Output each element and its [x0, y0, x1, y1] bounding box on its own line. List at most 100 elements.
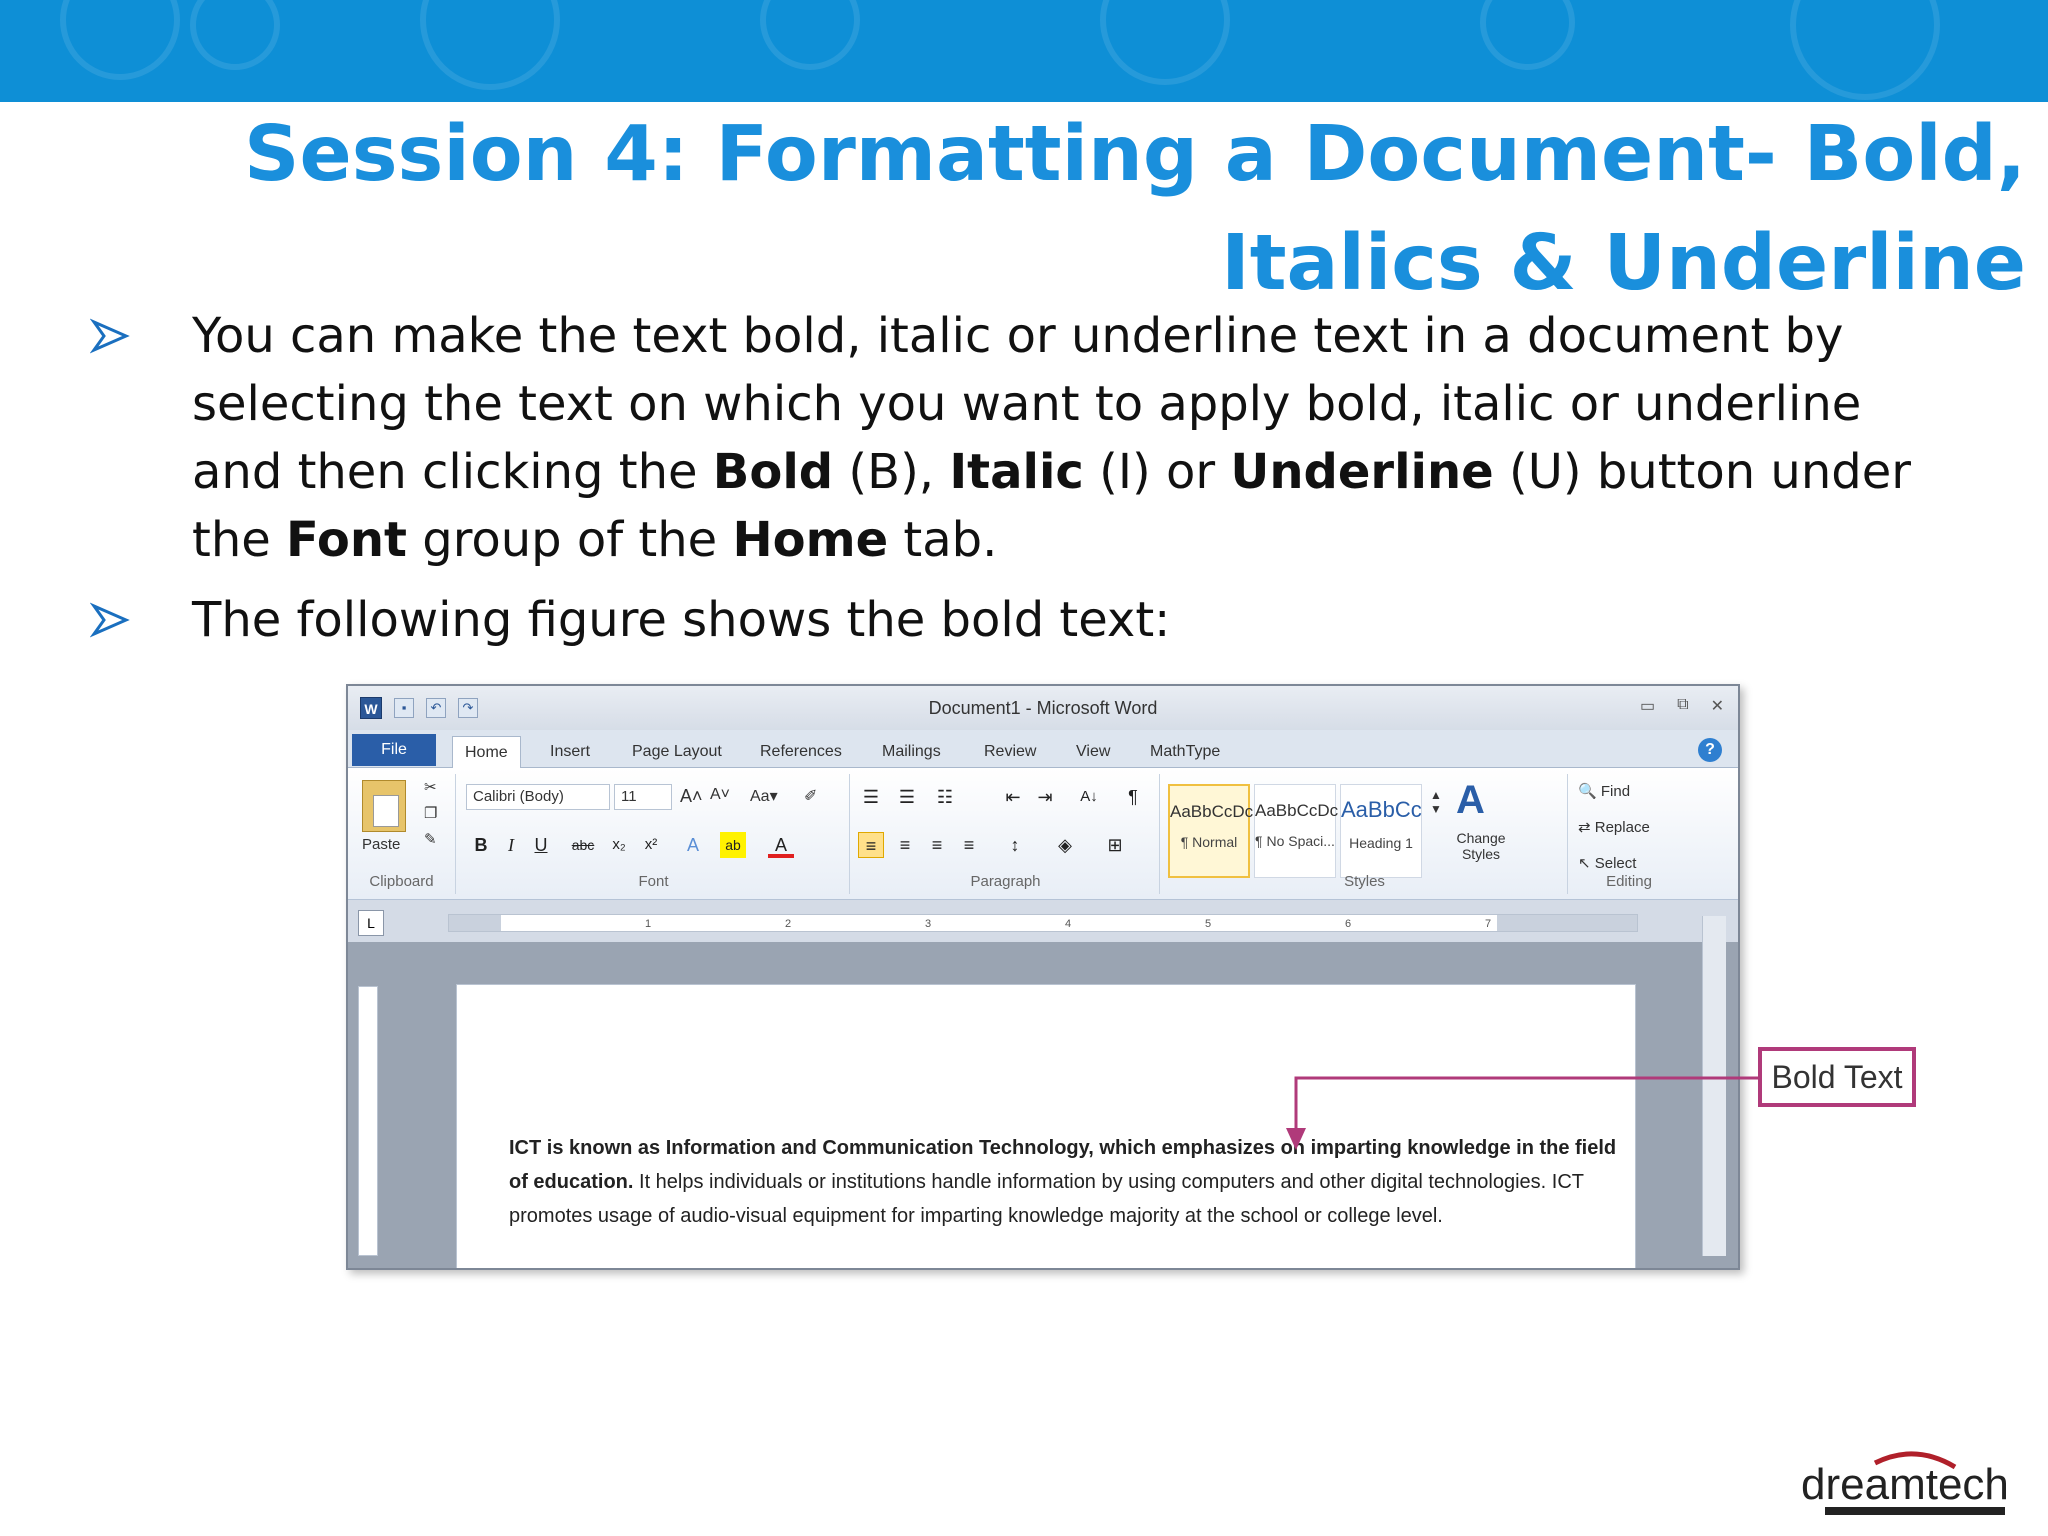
bold-button[interactable]: B	[468, 832, 494, 858]
style-name: ¶ Normal	[1180, 834, 1238, 850]
tab-mathtype[interactable]: MathType	[1138, 736, 1232, 768]
slide: Session 4: Formatting a Document- Bold, …	[0, 0, 2048, 1536]
cut-icon[interactable]: ✂	[424, 778, 437, 796]
tab-home[interactable]: Home	[452, 736, 521, 768]
tab-review[interactable]: Review	[972, 736, 1048, 768]
multilevel-list-icon[interactable]: ☷	[932, 784, 958, 810]
ribbon-tabs: File Home Insert Page Layout References …	[348, 730, 1738, 768]
strikethrough-button[interactable]: abc	[570, 832, 596, 858]
editing-group: 🔍 Find ⇄ Replace ↖ Select Editing	[1570, 774, 1688, 894]
ruler-number: 1	[645, 918, 652, 930]
paragraph-group: ☰ ☰ ☷ ⇤ ⇥ A↓ ¶ ≡ ≡ ≡ ≡ ↕ ◈ ⊞ Paragraph	[852, 774, 1160, 894]
font-color-icon[interactable]: A	[768, 832, 794, 858]
bullets-icon[interactable]: ☰	[858, 784, 884, 810]
dreamtech-logo: dreamtech	[1801, 1451, 2009, 1515]
line-spacing-icon[interactable]: ↕	[1002, 832, 1028, 858]
align-left-icon[interactable]: ≡	[858, 832, 884, 858]
text-effects-icon[interactable]: A	[680, 832, 706, 858]
ruler-row: L 1 2 3 4 5 6 7	[348, 900, 1738, 942]
paste-icon[interactable]	[362, 780, 406, 832]
find-label: Find	[1600, 783, 1631, 800]
clipboard-group-label: Clipboard	[369, 873, 434, 890]
ruler-left-margin	[449, 915, 501, 931]
tab-references[interactable]: References	[748, 736, 854, 768]
ruler-number: 5	[1205, 918, 1212, 930]
clipboard-group: Paste ✂ ❐ ✎ Clipboard	[348, 774, 456, 894]
style-heading-1[interactable]: AaBbCc Heading 1	[1340, 784, 1422, 878]
ruler-number: 4	[1065, 918, 1072, 930]
italic-button[interactable]: I	[498, 832, 524, 858]
decrease-indent-icon[interactable]: ⇤	[1000, 784, 1026, 810]
sort-icon[interactable]: A↓	[1076, 784, 1102, 810]
vertical-ruler	[358, 986, 378, 1256]
ruler-number: 2	[785, 918, 792, 930]
word-screenshot: W ▪ ↶ ↷ Document1 - Microsoft Word ▭ ⧉ ✕…	[346, 684, 1740, 1270]
ruler-number: 6	[1345, 918, 1352, 930]
minimize-icon[interactable]: ▭	[1640, 696, 1655, 716]
show-marks-icon[interactable]: ¶	[1120, 784, 1146, 810]
tab-file[interactable]: File	[352, 734, 436, 766]
window-title: Document1 - Microsoft Word	[928, 698, 1158, 718]
paste-label: Paste	[362, 836, 401, 853]
styles-scroll-icon[interactable]: ▲ ▼	[1430, 788, 1442, 816]
clear-formatting-icon[interactable]: ✐	[804, 786, 817, 806]
increase-indent-icon[interactable]: ⇥	[1032, 784, 1058, 810]
numbering-icon[interactable]: ☰	[894, 784, 920, 810]
font-size-combo[interactable]: 11	[614, 784, 672, 810]
style-normal[interactable]: AaBbCcDc ¶ Normal	[1168, 784, 1254, 878]
select-label: Select	[1594, 855, 1637, 872]
copy-icon[interactable]: ❐	[424, 804, 437, 822]
highlight-icon[interactable]: ab	[720, 832, 746, 858]
change-styles-label[interactable]: Change Styles	[1448, 830, 1514, 862]
document-text[interactable]: ICT is known as Information and Communic…	[509, 1131, 1619, 1233]
paragraph-group-label: Paragraph	[970, 873, 1041, 890]
align-right-icon[interactable]: ≡	[924, 832, 950, 858]
tab-page-layout[interactable]: Page Layout	[620, 736, 734, 768]
find-button[interactable]: 🔍 Find	[1578, 782, 1630, 800]
grow-font-icon[interactable]: A˄	[680, 786, 703, 807]
font-group: Calibri (Body) 11 A˄ A˅ Aa▾ ✐ B I U abc …	[458, 774, 850, 894]
tab-selector-icon[interactable]: L	[358, 910, 384, 936]
bullet-list: You can make the text bold, italic or un…	[90, 302, 1960, 666]
justify-icon[interactable]: ≡	[956, 832, 982, 858]
shrink-font-icon[interactable]: A˅	[710, 786, 730, 804]
document-page[interactable]: ICT is known as Information and Communic…	[456, 984, 1636, 1268]
style-no-spacing[interactable]: AaBbCcDc ¶ No Spaci...	[1254, 784, 1338, 878]
tab-mailings[interactable]: Mailings	[870, 736, 953, 768]
maximize-icon[interactable]: ⧉	[1677, 696, 1688, 716]
underline-button[interactable]: U	[528, 832, 554, 858]
slide-title: Session 4: Formatting a Document- Bold, …	[244, 110, 2026, 308]
style-name: Heading 1	[1349, 835, 1413, 851]
tab-view[interactable]: View	[1064, 736, 1122, 768]
vertical-scrollbar[interactable]	[1702, 916, 1726, 1256]
window-controls: ▭ ⧉ ✕	[1640, 696, 1724, 716]
format-painter-icon[interactable]: ✎	[424, 830, 437, 848]
ruler-right-margin	[1497, 915, 1637, 931]
arrow-bullet-icon	[90, 602, 130, 638]
style-preview: AaBbCcDc	[1170, 802, 1254, 821]
style-preview: AaBbCc	[1341, 797, 1422, 822]
change-case-icon[interactable]: Aa▾	[750, 786, 778, 806]
font-name-combo[interactable]: Calibri (Body)	[466, 784, 610, 810]
superscript-button[interactable]: x²	[638, 832, 664, 858]
font-group-label: Font	[638, 873, 669, 890]
replace-button[interactable]: ⇄ Replace	[1578, 818, 1650, 836]
tab-insert[interactable]: Insert	[538, 736, 602, 768]
shading-icon[interactable]: ◈	[1052, 832, 1078, 858]
styles-group: AaBbCcDc ¶ Normal AaBbCcDc ¶ No Spaci...…	[1162, 774, 1568, 894]
help-icon[interactable]: ?	[1698, 738, 1722, 762]
select-button[interactable]: ↖ Select	[1578, 854, 1636, 872]
align-center-icon[interactable]: ≡	[892, 832, 918, 858]
subscript-button[interactable]: x₂	[606, 832, 632, 858]
bullet-text: The following figure shows the bold text…	[192, 592, 1171, 648]
normal-text: It helps individuals or institutions han…	[509, 1171, 1584, 1227]
change-styles-icon[interactable]: A	[1456, 778, 1485, 823]
bullet-item-2: The following figure shows the bold text…	[90, 586, 1960, 654]
bold-text-callout: Bold Text	[1758, 1047, 1916, 1107]
borders-icon[interactable]: ⊞	[1102, 832, 1128, 858]
close-icon[interactable]: ✕	[1711, 696, 1724, 716]
styles-group-label: Styles	[1344, 873, 1385, 890]
svg-text:dreamtech: dreamtech	[1801, 1460, 2009, 1509]
replace-label: Replace	[1594, 819, 1650, 836]
horizontal-ruler[interactable]: 1 2 3 4 5 6 7	[448, 914, 1638, 932]
